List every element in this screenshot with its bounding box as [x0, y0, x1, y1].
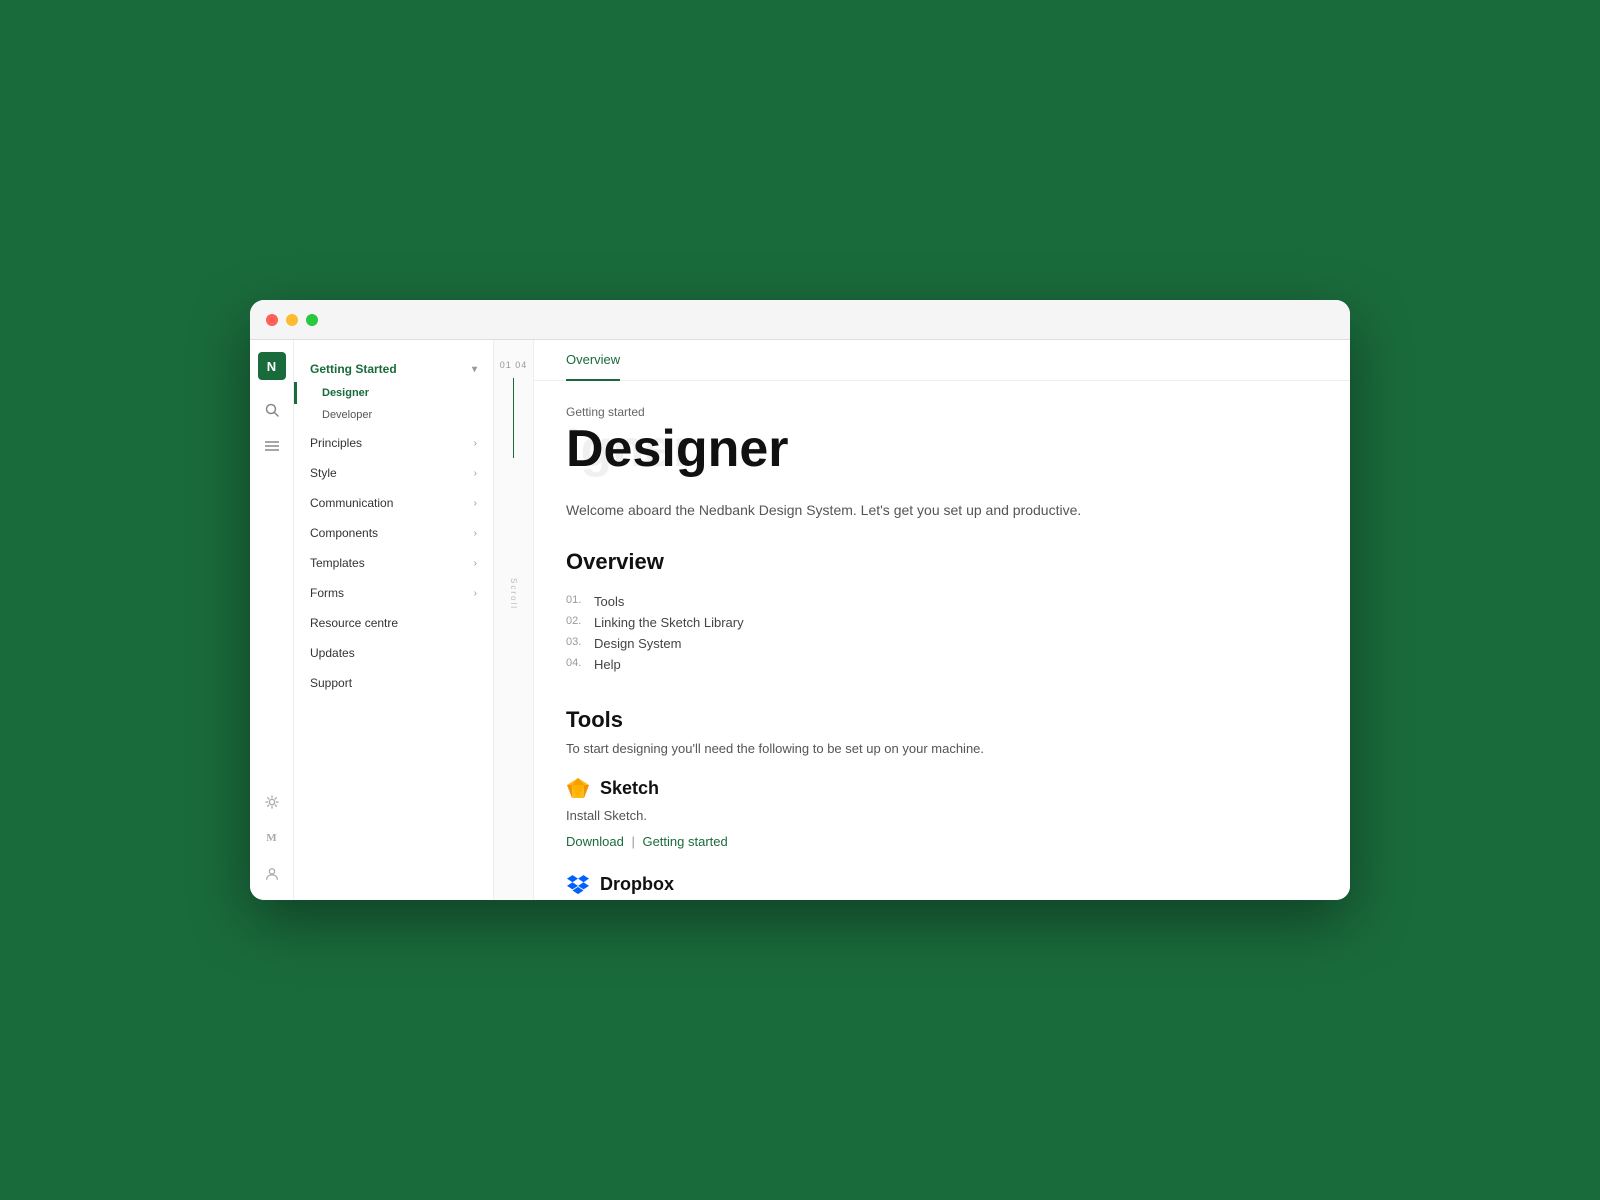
sidebar-section-resource: Resource centre: [294, 610, 493, 636]
hero-section: igner Designer: [566, 423, 1318, 475]
browser-window: N: [250, 300, 1350, 900]
sidebar-section-style: Style ›: [294, 460, 493, 486]
sketch-getting-started-link[interactable]: Getting started: [642, 834, 727, 849]
sidebar-item-resource-centre[interactable]: Resource centre: [294, 610, 493, 636]
sketch-icon: [566, 776, 590, 800]
list-item: 01. Tools: [566, 591, 1318, 612]
sidebar-item-getting-started[interactable]: Getting Started ▾: [294, 356, 493, 382]
scroll-column: 01 04 Scroll: [494, 340, 534, 900]
sketch-tool-name: Sketch: [600, 778, 659, 799]
chevron-down-icon: ▾: [472, 364, 477, 375]
medium-icon[interactable]: M: [258, 824, 286, 852]
scroll-pagination: 01 04: [500, 360, 528, 370]
sidebar-section-getting-started: Getting Started ▾ Designer Developer: [294, 356, 493, 426]
sidebar-section-updates: Updates: [294, 640, 493, 666]
app-logo: N: [258, 352, 286, 380]
main-content: Overview Getting started igner Designer …: [534, 340, 1350, 900]
overview-list: 01. Tools 02. Linking the Sketch Library…: [566, 591, 1318, 675]
icon-bar-bottom: M: [258, 788, 286, 900]
sidebar-item-support[interactable]: Support: [294, 670, 493, 696]
chevron-right-icon: ›: [474, 558, 477, 569]
chevron-right-icon: ›: [474, 498, 477, 509]
sidebar-item-style[interactable]: Style ›: [294, 460, 493, 486]
tools-section-title: Tools: [566, 707, 1318, 733]
dropbox-tool-name: Dropbox: [600, 874, 674, 895]
tool-card-dropbox: Dropbox Set up Dropbox locally (Note: yo…: [566, 873, 1318, 900]
sidebar-item-templates[interactable]: Templates ›: [294, 550, 493, 576]
sidebar-item-updates[interactable]: Updates: [294, 640, 493, 666]
tab-bar: Overview: [534, 340, 1350, 381]
search-icon[interactable]: [258, 396, 286, 424]
sidebar-section-templates: Templates ›: [294, 550, 493, 576]
tool-header-sketch: Sketch: [566, 776, 1318, 800]
sidebar-item-forms[interactable]: Forms ›: [294, 580, 493, 606]
chevron-right-icon: ›: [474, 468, 477, 479]
menu-icon[interactable]: [258, 432, 286, 460]
tool-header-dropbox: Dropbox: [566, 873, 1318, 897]
breadcrumb: Getting started: [566, 405, 1318, 419]
sidebar-subitem-developer[interactable]: Developer: [294, 404, 493, 426]
sidebar-subitem-designer[interactable]: Designer: [294, 382, 493, 404]
overview-section-title: Overview: [566, 549, 1318, 575]
sidebar-section-components: Components ›: [294, 520, 493, 546]
browser-chrome: [250, 300, 1350, 340]
welcome-text: Welcome aboard the Nedbank Design System…: [566, 499, 1086, 521]
sidebar-section-forms: Forms ›: [294, 580, 493, 606]
sidebar-section-communication: Communication ›: [294, 490, 493, 516]
scroll-label: Scroll: [509, 578, 518, 610]
hero-title: Designer: [566, 423, 1318, 475]
maximize-dot[interactable]: [306, 314, 318, 326]
sidebar-item-communication[interactable]: Communication ›: [294, 490, 493, 516]
icon-bar: N: [250, 340, 294, 900]
user-icon[interactable]: [258, 860, 286, 888]
sidebar: Getting Started ▾ Designer Developer Pri…: [294, 340, 494, 900]
sketch-download-link[interactable]: Download: [566, 834, 624, 849]
settings-icon[interactable]: [258, 788, 286, 816]
chevron-right-icon: ›: [474, 528, 477, 539]
scroll-indicator-line: [513, 378, 514, 458]
list-item: 03. Design System: [566, 633, 1318, 654]
dropbox-icon: [566, 873, 590, 897]
sidebar-section-support: Support: [294, 670, 493, 696]
sidebar-item-principles[interactable]: Principles ›: [294, 430, 493, 456]
chevron-right-icon: ›: [474, 588, 477, 599]
tab-overview[interactable]: Overview: [566, 340, 620, 381]
sketch-tool-desc: Install Sketch.: [566, 806, 1318, 826]
list-item: 04. Help: [566, 654, 1318, 675]
content-body: Getting started igner Designer Welcome a…: [534, 381, 1350, 900]
list-item: 02. Linking the Sketch Library: [566, 612, 1318, 633]
close-dot[interactable]: [266, 314, 278, 326]
chevron-right-icon: ›: [474, 438, 477, 449]
tools-description: To start designing you'll need the follo…: [566, 741, 1318, 756]
tool-card-sketch: Sketch Install Sketch. Download | Gettin…: [566, 776, 1318, 849]
minimize-dot[interactable]: [286, 314, 298, 326]
sidebar-item-components[interactable]: Components ›: [294, 520, 493, 546]
app-container: N: [250, 340, 1350, 900]
sketch-tool-links: Download | Getting started: [566, 834, 1318, 849]
sidebar-section-principles: Principles ›: [294, 430, 493, 456]
